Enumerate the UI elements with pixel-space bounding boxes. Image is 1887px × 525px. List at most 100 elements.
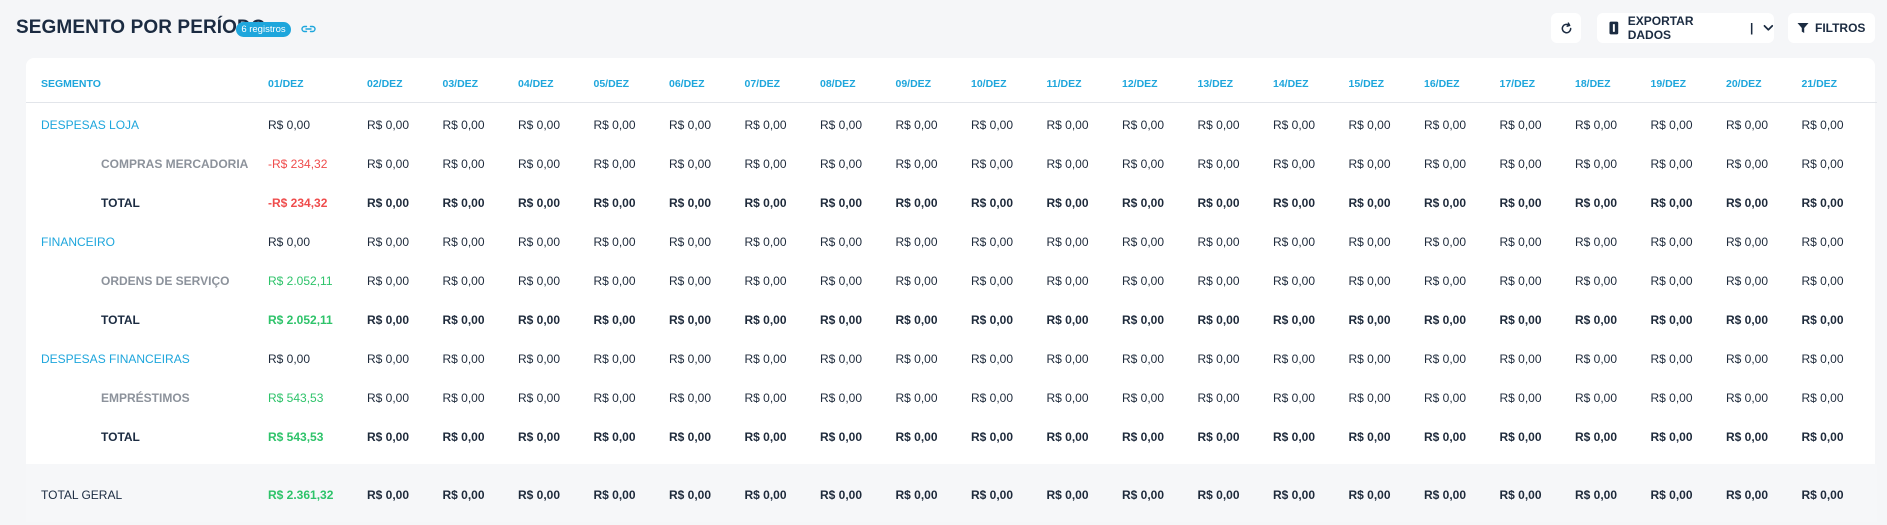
table-cell-value: R$ 0,00 (1273, 195, 1316, 210)
column-header-date[interactable]: 19/DEZ (1650, 58, 1726, 103)
table-cell-value: R$ 0,00 (1273, 118, 1316, 133)
column-header-date[interactable]: 08/DEZ (820, 58, 896, 103)
table-cell-value: R$ 0,00 (367, 312, 410, 327)
column-header-date[interactable]: 09/DEZ (895, 58, 971, 103)
grand-total-value: R$ 0,00 (1726, 464, 1802, 522)
table-cell-value: R$ 0,00 (1046, 429, 1089, 444)
filters-button[interactable]: FILTROS (1788, 13, 1875, 43)
table-cell-value: R$ 0,00 (1197, 156, 1240, 171)
table-cell-value: R$ 0,00 (820, 195, 863, 210)
grand-total-value: R$ 0,00 (1197, 464, 1273, 522)
export-data-button[interactable]: EXPORTAR DADOS | (1597, 13, 1774, 43)
segment-total-row: TOTAL R$ 2.052,11 R$ 0,00 R$ 0,00 R$ 0,00 R$ … (26, 300, 1877, 339)
table-cell-value: R$ 0,00 (1424, 390, 1467, 405)
page-header: SEGMENTO POR PERÍODO 6 registros EXPORTA… (0, 0, 1887, 58)
table-cell-value: R$ 0,00 (1726, 156, 1769, 171)
table-cell-value: R$ 0,00 (1424, 234, 1467, 249)
table-cell-value: R$ 0,00 (820, 118, 863, 133)
segment-group-row[interactable]: DESPESAS FINANCEIRAS R$ 0,00 R$ 0,00 R$ 0,0… (26, 339, 1877, 378)
column-header-date[interactable]: 17/DEZ (1499, 58, 1575, 103)
table-cell-value: R$ 0,00 (367, 429, 410, 444)
table-cell-value: R$ 0,00 (442, 118, 485, 133)
segment-group-row[interactable]: FINANCEIRO R$ 0,00 R$ 0,00 R$ 0,00 R$ 0,00 R$… (26, 222, 1877, 261)
grand-total-row: TOTAL GERAL R$ 2.361,32 R$ 0,00 R$ 0,00 R$ 0… (26, 464, 1877, 522)
table-cell-value: R$ 0,00 (744, 156, 787, 171)
table-cell-value: R$ 0,00 (895, 156, 938, 171)
column-header-date[interactable]: 18/DEZ (1575, 58, 1651, 103)
table-cell-value: R$ 0,00 (895, 234, 938, 249)
table-cell-value: R$ 0,00 (669, 234, 712, 249)
table-cell-value: R$ 0,00 (895, 351, 938, 366)
table-cell-value: R$ 0,00 (1801, 118, 1844, 133)
table-cell-value: R$ 0,00 (744, 273, 787, 288)
table-cell-value: R$ 0,00 (1575, 118, 1618, 133)
segment-group-label[interactable]: DESPESAS LOJA (26, 102, 268, 144)
grand-total-value: R$ 0,00 (971, 464, 1047, 522)
table-cell-value: R$ 0,00 (1726, 273, 1769, 288)
table-cell-value: R$ 0,00 (669, 351, 712, 366)
segment-group-row[interactable]: DESPESAS LOJA R$ 0,00 R$ 0,00 R$ 0,00 R$ 0,0… (26, 102, 1877, 144)
column-header-date[interactable]: 12/DEZ (1122, 58, 1198, 103)
column-header-segment[interactable]: SEGMENTO (26, 58, 268, 103)
table-cell-value: R$ 0,00 (1273, 156, 1316, 171)
table-cell-value: R$ 0,00 (518, 118, 561, 133)
link-icon[interactable] (300, 22, 317, 36)
column-header-date[interactable]: 11/DEZ (1046, 58, 1122, 103)
table-cell-value: R$ 0,00 (744, 234, 787, 249)
table-cell-value: R$ 0,00 (1575, 234, 1618, 249)
table-cell-value: R$ 0,00 (971, 273, 1014, 288)
table-cell-value: R$ 0,00 (1424, 312, 1467, 327)
refresh-button[interactable] (1551, 13, 1581, 43)
table-cell-value: R$ 0,00 (1650, 351, 1693, 366)
table-cell-value: R$ 0,00 (1122, 156, 1165, 171)
table-header-row: SEGMENTO 01/DEZ 02/DEZ 03/DEZ 04/DEZ 05/DEZ 0… (26, 58, 1877, 103)
table-cell-value: R$ 0,00 (367, 273, 410, 288)
column-header-date[interactable]: 13/DEZ (1197, 58, 1273, 103)
column-header-date[interactable]: 05/DEZ (593, 58, 669, 103)
table-cell-value: R$ 0,00 (593, 234, 636, 249)
column-header-date[interactable]: 06/DEZ (669, 58, 745, 103)
table-cell-value: R$ 0,00 (820, 156, 863, 171)
table-cell-value: R$ 0,00 (1197, 234, 1240, 249)
table-cell-value: R$ 0,00 (1197, 118, 1240, 133)
table-cell-value: R$ 0,00 (1726, 195, 1769, 210)
column-header-date[interactable]: 07/DEZ (744, 58, 820, 103)
column-header-date[interactable]: 16/DEZ (1424, 58, 1500, 103)
segment-total-label: TOTAL (101, 195, 140, 210)
table-cell-value: R$ 0,00 (971, 351, 1014, 366)
table-cell-value: R$ 0,00 (820, 351, 863, 366)
segment-total-row: TOTAL R$ 543,53 R$ 0,00 R$ 0,00 R$ 0,00 R$ 0,… (26, 417, 1877, 456)
table-cell-value: R$ 0,00 (1046, 390, 1089, 405)
table-cell-value: R$ 0,00 (1575, 351, 1618, 366)
table-cell-value: R$ 0,00 (593, 118, 636, 133)
table-cell-value: R$ 0,00 (971, 390, 1014, 405)
table-cell-value: R$ 0,00 (1801, 156, 1844, 171)
refresh-icon (1561, 21, 1571, 33)
table-cell-value: R$ 0,00 (1273, 351, 1316, 366)
column-header-date[interactable]: 10/DEZ (971, 58, 1047, 103)
table-cell-value: R$ 0,00 (1801, 312, 1844, 327)
chevron-down-icon[interactable] (1763, 24, 1774, 32)
column-header-date[interactable]: 20/DEZ (1726, 58, 1802, 103)
table-cell-value: R$ 0,00 (1650, 156, 1693, 171)
table-cell-value: -R$ 234,32 (268, 195, 328, 210)
table-cell-value: R$ 0,00 (669, 390, 712, 405)
table-cell-value: R$ 0,00 (669, 312, 712, 327)
grand-total-value: R$ 0,00 (442, 464, 518, 522)
table-cell-value: R$ 2.052,11 (268, 273, 333, 288)
column-header-date[interactable]: 01/DEZ (268, 58, 367, 103)
segment-total-label: TOTAL (101, 312, 140, 327)
column-header-date[interactable]: 04/DEZ (518, 58, 594, 103)
column-header-date[interactable]: 15/DEZ (1348, 58, 1424, 103)
column-header-date[interactable]: 14/DEZ (1273, 58, 1349, 103)
segment-group-label[interactable]: DESPESAS FINANCEIRAS (26, 339, 268, 378)
column-header-date[interactable]: 02/DEZ (367, 58, 443, 103)
grand-total-value: R$ 0,00 (1424, 464, 1500, 522)
column-header-date[interactable]: 21/DEZ (1801, 58, 1877, 103)
table-cell-value: R$ 0,00 (1499, 312, 1542, 327)
table-cell-value: R$ 0,00 (1424, 351, 1467, 366)
table-cell-value: R$ 0,00 (1122, 351, 1165, 366)
column-header-date[interactable]: 03/DEZ (442, 58, 518, 103)
segment-group-label[interactable]: FINANCEIRO (26, 222, 268, 261)
table-cell-value: R$ 0,00 (518, 273, 561, 288)
